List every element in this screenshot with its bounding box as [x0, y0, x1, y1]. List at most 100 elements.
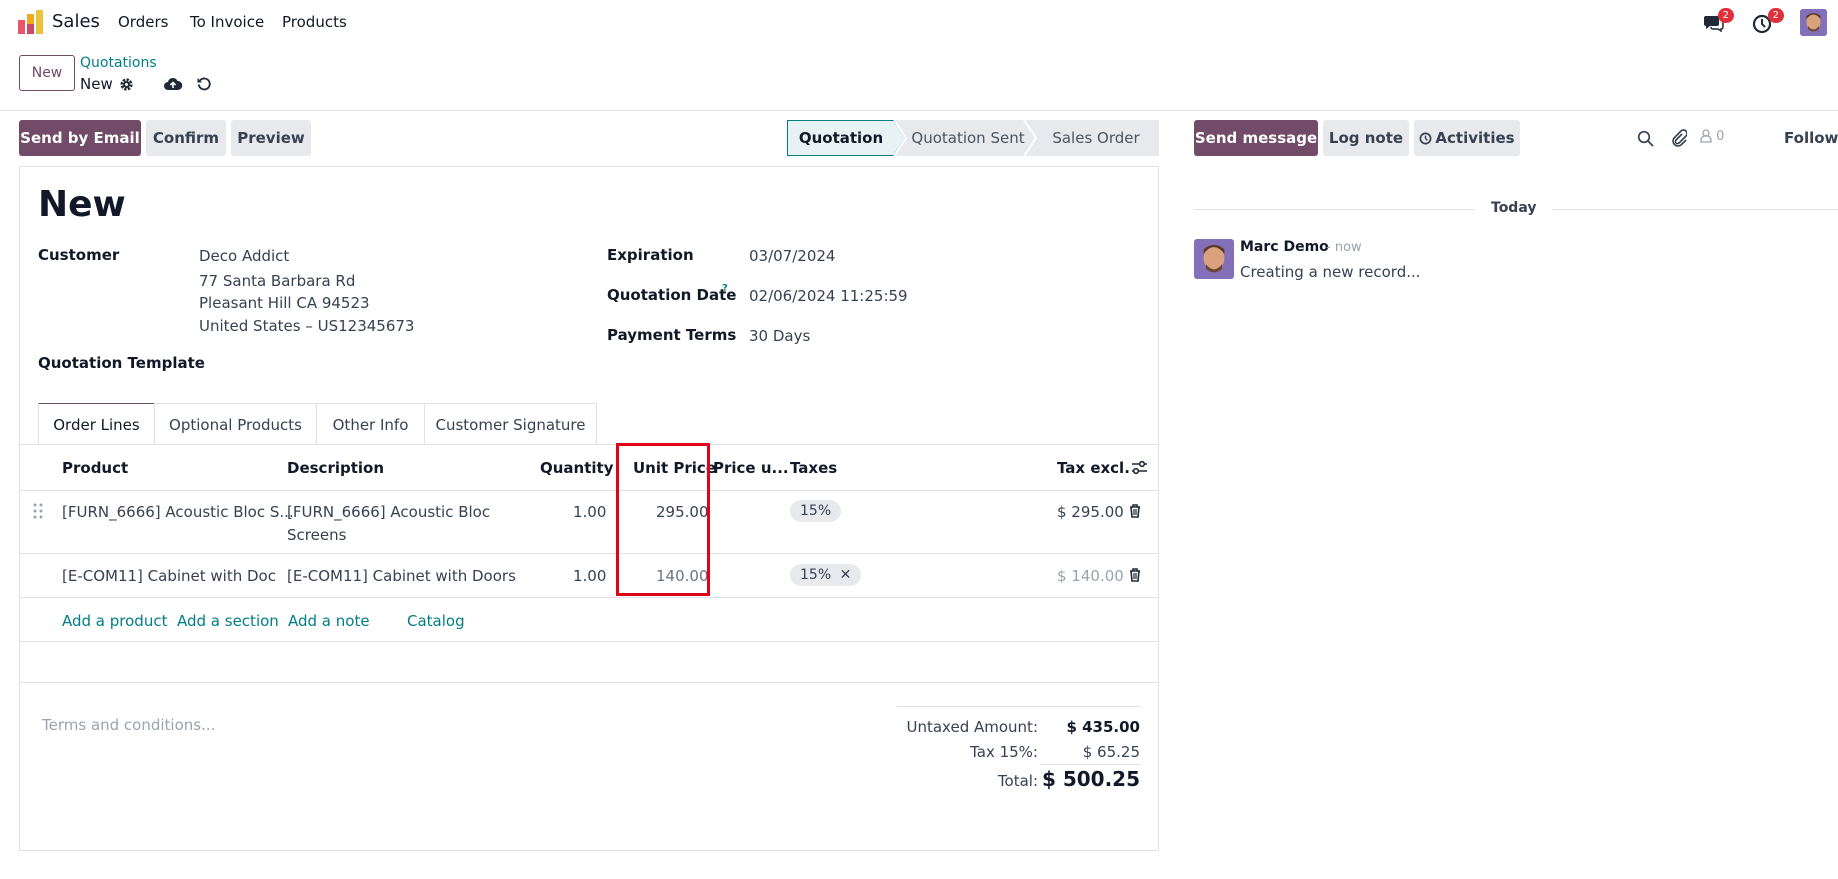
column-product[interactable]: Product — [62, 459, 128, 477]
messages-badge: 2 — [1717, 8, 1734, 23]
status-quotation[interactable]: Quotation — [787, 120, 895, 156]
sales-app-logo-icon[interactable] — [18, 10, 44, 34]
tab-customer-signature[interactable]: Customer Signature — [424, 403, 597, 445]
quotation-date-value[interactable]: 02/06/2024 11:25:59 — [749, 287, 908, 305]
customer-label: Customer — [38, 246, 120, 264]
payment-terms-value[interactable]: 30 Days — [749, 327, 810, 345]
discard-undo-icon[interactable] — [196, 76, 212, 92]
row1-description-line1[interactable]: [FURN_6666] Acoustic Bloc — [287, 503, 490, 521]
followers-button[interactable]: 0 — [1700, 129, 1724, 147]
row1-quantity[interactable]: 1.00 — [573, 503, 606, 521]
row1-product[interactable]: [FURN_6666] Acoustic Bloc S... — [62, 503, 294, 521]
row2-tax-tag[interactable]: 15% ✕ — [790, 564, 862, 586]
customer-address-line3: United States – US12345673 — [199, 317, 415, 335]
customer-address-line2: Pleasant Hill CA 94523 — [199, 294, 370, 312]
column-quantity[interactable]: Quantity — [540, 459, 614, 477]
quotation-template-label: Quotation Template — [38, 354, 205, 372]
column-description[interactable]: Description — [287, 459, 384, 477]
total-value: $ 500.25 — [1041, 767, 1140, 791]
date-separator-line-left — [1194, 209, 1475, 210]
message-author-name[interactable]: Marc Demo — [1240, 239, 1329, 255]
add-product-link[interactable]: Add a product — [62, 612, 167, 630]
row1-description-line2[interactable]: Screens — [287, 526, 346, 544]
drag-handle-icon[interactable] — [33, 503, 43, 519]
row1-subtotal: $ 295.00 — [1057, 503, 1124, 521]
activities-menu[interactable]: 2 — [1750, 8, 1784, 38]
total-label: Total: — [997, 772, 1038, 790]
message-body: Creating a new record... — [1240, 263, 1421, 281]
breadcrumb-quotations[interactable]: Quotations — [80, 55, 157, 71]
row2-description-input[interactable]: [E-COM11] Cabinet with Doors — [287, 567, 516, 585]
activities-label: Activities — [1435, 129, 1515, 147]
row2-product-input[interactable]: [E-COM11] Cabinet with Doc — [62, 567, 276, 585]
tabs-divider — [20, 444, 1158, 445]
messages-menu[interactable]: 2 — [1700, 8, 1734, 38]
activities-button[interactable]: Activities — [1414, 120, 1520, 156]
header-divider — [20, 490, 1158, 491]
new-record-button[interactable]: New — [19, 55, 75, 91]
expiration-value[interactable]: 03/07/2024 — [749, 247, 835, 265]
user-avatar[interactable] — [1800, 9, 1827, 36]
send-message-button[interactable]: Send message — [1194, 120, 1318, 156]
column-taxes[interactable]: Taxes — [790, 459, 837, 477]
gear-icon[interactable] — [119, 77, 134, 92]
tab-other-info[interactable]: Other Info — [316, 403, 425, 445]
menu-orders[interactable]: Orders — [118, 13, 168, 31]
status-quotation-sent[interactable]: Quotation Sent — [903, 120, 1033, 156]
status-sales-order[interactable]: Sales Order — [1033, 120, 1159, 156]
payment-terms-label: Payment Terms — [607, 326, 737, 344]
table-bottom-divider — [20, 682, 1158, 683]
breadcrumb-current: New — [80, 75, 113, 93]
menu-products[interactable]: Products — [282, 13, 347, 31]
column-tax-excl[interactable]: Tax excl. — [1057, 459, 1130, 477]
message-timestamp: - now — [1326, 240, 1362, 255]
add-links-divider — [20, 641, 1158, 642]
catalog-link[interactable]: Catalog — [407, 612, 465, 630]
total-divider — [1040, 764, 1140, 765]
row1-tax-tag[interactable]: 15% — [790, 500, 842, 522]
quotation-date-label: Quotation Date — [607, 286, 737, 304]
column-price-unit[interactable]: Price u... — [713, 459, 789, 477]
tab-optional-products[interactable]: Optional Products — [154, 403, 317, 445]
message-author-avatar[interactable] — [1194, 239, 1234, 279]
activities-clock-icon — [1419, 132, 1432, 145]
add-section-link[interactable]: Add a section — [177, 612, 279, 630]
expiration-label: Expiration — [607, 246, 694, 264]
send-by-email-button[interactable]: Send by Email — [19, 120, 141, 156]
preview-button[interactable]: Preview — [231, 120, 311, 156]
top-navbar: Sales Orders To Invoice Products 2 2 — [0, 0, 1838, 45]
tax-value: $ 65.25 — [1082, 743, 1140, 761]
optional-columns-toggle-icon[interactable] — [1131, 459, 1148, 476]
status-bar: Quotation Quotation Sent Sales Order — [787, 120, 1159, 156]
follow-button[interactable]: Follow — [1784, 129, 1838, 147]
row2-subtotal: $ 140.00 — [1057, 567, 1124, 585]
terms-and-conditions-input[interactable]: Terms and conditions... — [42, 716, 215, 734]
tax-label: Tax 15%: — [970, 743, 1038, 761]
activities-badge: 2 — [1767, 8, 1784, 23]
row2-quantity-input[interactable]: 1.00 — [573, 567, 606, 585]
followers-count: 0 — [1716, 129, 1725, 144]
unit-price-highlight-box — [616, 443, 710, 596]
customer-name[interactable]: Deco Addict — [199, 247, 289, 265]
untaxed-amount-value: $ 435.00 — [1066, 718, 1140, 736]
totals-top-divider — [897, 706, 1140, 707]
untaxed-amount-label: Untaxed Amount: — [906, 718, 1039, 736]
row-divider — [20, 597, 1158, 598]
quotation-date-help-icon[interactable]: ? — [722, 283, 728, 294]
search-icon[interactable] — [1637, 130, 1654, 147]
row2-delete-trash-icon[interactable] — [1129, 568, 1141, 582]
menu-to-invoice[interactable]: To Invoice — [190, 13, 264, 31]
marc-demo-face-icon — [1194, 239, 1234, 279]
add-note-link[interactable]: Add a note — [288, 612, 370, 630]
paperclip-icon[interactable] — [1671, 128, 1687, 148]
row2-tax-remove-icon[interactable]: ✕ — [840, 567, 852, 583]
row-divider — [20, 553, 1158, 554]
log-note-button[interactable]: Log note — [1323, 120, 1409, 156]
record-title[interactable]: New — [38, 184, 126, 225]
control-panel: New Quotations New — [0, 45, 1838, 111]
row1-delete-trash-icon[interactable] — [1129, 504, 1141, 518]
app-name[interactable]: Sales — [52, 11, 100, 32]
cloud-upload-icon[interactable] — [163, 76, 183, 92]
tab-order-lines[interactable]: Order Lines — [38, 403, 155, 445]
confirm-button[interactable]: Confirm — [146, 120, 226, 156]
